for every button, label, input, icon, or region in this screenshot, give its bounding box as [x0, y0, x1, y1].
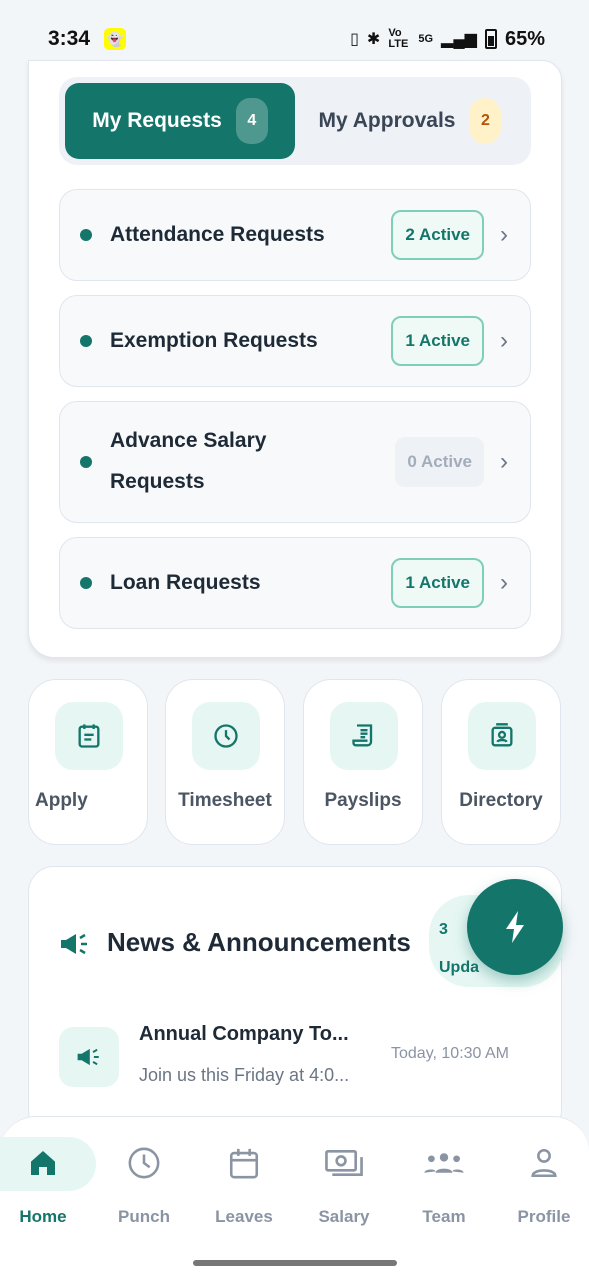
nav-label: Team [422, 1207, 466, 1226]
network-icon: 5G [418, 33, 434, 45]
clock-icon [122, 1141, 166, 1185]
status-right: ▯ ✱ Vo LTE 5G ▂▄▆ 65% [350, 28, 545, 51]
request-label: Loan Requests [110, 570, 261, 594]
request-label: Advance Salary Requests [110, 429, 267, 493]
nav-label: Profile [517, 1207, 571, 1226]
requests-card: My Requests 4 My Approvals 2 Attendance … [28, 60, 562, 658]
tab-my-requests[interactable]: My Requests 4 [65, 83, 295, 159]
volte-icon: Vo LTE [388, 27, 409, 50]
news-item-time: Today, 10:30 AM [391, 1045, 509, 1062]
team-icon [422, 1141, 466, 1185]
home-icon [21, 1141, 65, 1185]
chevron-right-icon: › [500, 569, 508, 596]
request-row-exemption[interactable]: Exemption Requests 1 Active › [59, 295, 531, 387]
home-indicator[interactable] [193, 1260, 397, 1266]
status-time: 3:34 [48, 27, 91, 50]
clock-icon [192, 702, 260, 770]
request-label: Exemption Requests [110, 328, 318, 352]
signal-icon: ▂▄▆ [441, 31, 477, 48]
chevron-right-icon: › [500, 327, 508, 354]
nav-team[interactable]: Team [394, 1141, 494, 1227]
count-badge: 4 [235, 98, 268, 144]
quick-action-label: Payslips [324, 790, 402, 811]
news-title: News & Announcements [107, 927, 411, 957]
quick-action-directory[interactable]: Directory [441, 679, 561, 845]
nav-salary[interactable]: Salary [294, 1141, 394, 1227]
request-row-attendance[interactable]: Attendance Requests 2 Active › [59, 189, 531, 281]
status-left: 3:34 👻 [48, 27, 127, 51]
lightning-icon [506, 911, 524, 943]
megaphone-icon [59, 931, 91, 962]
quick-action-fab[interactable] [467, 879, 563, 975]
tab-my-approvals[interactable]: My Approvals 2 [295, 83, 525, 159]
megaphone-icon [59, 1027, 119, 1087]
status-dot [80, 577, 92, 589]
quick-action-label: Apply [35, 790, 88, 811]
bluetooth-icon: ✱ [366, 31, 381, 48]
quick-action-label: Timesheet [178, 790, 272, 811]
news-item-title[interactable]: Annual Company To... [139, 1023, 349, 1046]
nav-label: Leaves [215, 1207, 273, 1226]
nav-label: Home [19, 1207, 67, 1226]
status-dot [80, 456, 92, 468]
money-icon [322, 1141, 366, 1185]
chevron-right-icon: › [500, 221, 508, 248]
snapchat-icon: 👻 [104, 28, 127, 50]
active-badge: 1 Active [391, 316, 484, 366]
status-dot [80, 335, 92, 347]
vibrate-icon: ▯ [350, 31, 359, 48]
battery-percent: 65% [504, 27, 545, 50]
count-badge: 2 [469, 98, 502, 144]
nav-home[interactable]: Home [0, 1141, 93, 1227]
directory-icon [468, 702, 536, 770]
tab-label: My Approvals [318, 109, 456, 132]
nav-label: Punch [118, 1207, 170, 1226]
request-label: Attendance Requests [110, 222, 325, 246]
request-row-loan[interactable]: Loan Requests 1 Active › [59, 537, 531, 629]
nav-leaves[interactable]: Leaves [194, 1141, 294, 1227]
status-dot [80, 229, 92, 241]
active-badge: 0 Active [395, 437, 484, 487]
active-badge: 1 Active [391, 558, 484, 608]
nav-punch[interactable]: Punch [94, 1141, 194, 1227]
payslip-icon [330, 702, 398, 770]
nav-profile[interactable]: Profile [494, 1141, 589, 1227]
request-row-advance-salary[interactable]: Advance Salary Requests 0 Active › [59, 401, 531, 523]
nav-label: Salary [318, 1207, 370, 1226]
quick-action-apply[interactable]: Apply [28, 679, 148, 845]
quick-action-payslips[interactable]: Payslips [303, 679, 423, 845]
battery-icon [484, 29, 497, 49]
apply-icon [55, 702, 123, 770]
active-badge: 2 Active [391, 210, 484, 260]
news-item-description: Join us this Friday at 4:0... [139, 1065, 350, 1085]
bottom-nav: Home Punch Leaves Salary Team Profile [0, 1116, 589, 1280]
requests-tabs: My Requests 4 My Approvals 2 [59, 77, 531, 165]
quick-action-timesheet[interactable]: Timesheet [165, 679, 285, 845]
chevron-right-icon: › [500, 448, 508, 475]
person-icon [522, 1141, 566, 1185]
calendar-icon [222, 1141, 266, 1185]
quick-action-label: Directory [459, 790, 543, 811]
tab-label: My Requests [92, 109, 222, 132]
